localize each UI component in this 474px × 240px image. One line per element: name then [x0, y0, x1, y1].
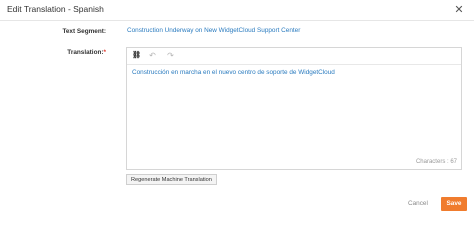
translation-editor[interactable]: ⛓ ↶ ↷ Construcción en marcha en el nuevo…: [126, 47, 462, 170]
translation-text[interactable]: Construcción en marcha en el nuevo centr…: [132, 69, 335, 76]
translation-label-text: Translation:: [67, 49, 104, 56]
text-segment-link[interactable]: Construction Underway on New WidgetCloud…: [127, 27, 300, 34]
link-icon[interactable]: ⛓: [131, 51, 142, 61]
regenerate-machine-translation-button[interactable]: Regenerate Machine Translation: [126, 174, 217, 185]
text-segment-label: Text Segment:: [62, 28, 106, 35]
redo-icon[interactable]: ↷: [165, 51, 176, 61]
undo-icon[interactable]: ↶: [147, 51, 158, 61]
editor-toolbar: ⛓ ↶ ↷: [127, 48, 461, 65]
translation-label: Translation:*: [0, 49, 106, 56]
character-count: Characters : 67: [415, 159, 457, 165]
header-divider: [0, 20, 474, 21]
save-button[interactable]: Save: [441, 197, 467, 211]
dialog-title: Edit Translation - Spanish: [7, 4, 104, 14]
close-icon[interactable]: ✕: [452, 3, 466, 17]
cancel-button[interactable]: Cancel: [408, 200, 428, 207]
required-marker: *: [103, 49, 107, 56]
dialog-header: Edit Translation - Spanish ✕: [0, 0, 474, 22]
